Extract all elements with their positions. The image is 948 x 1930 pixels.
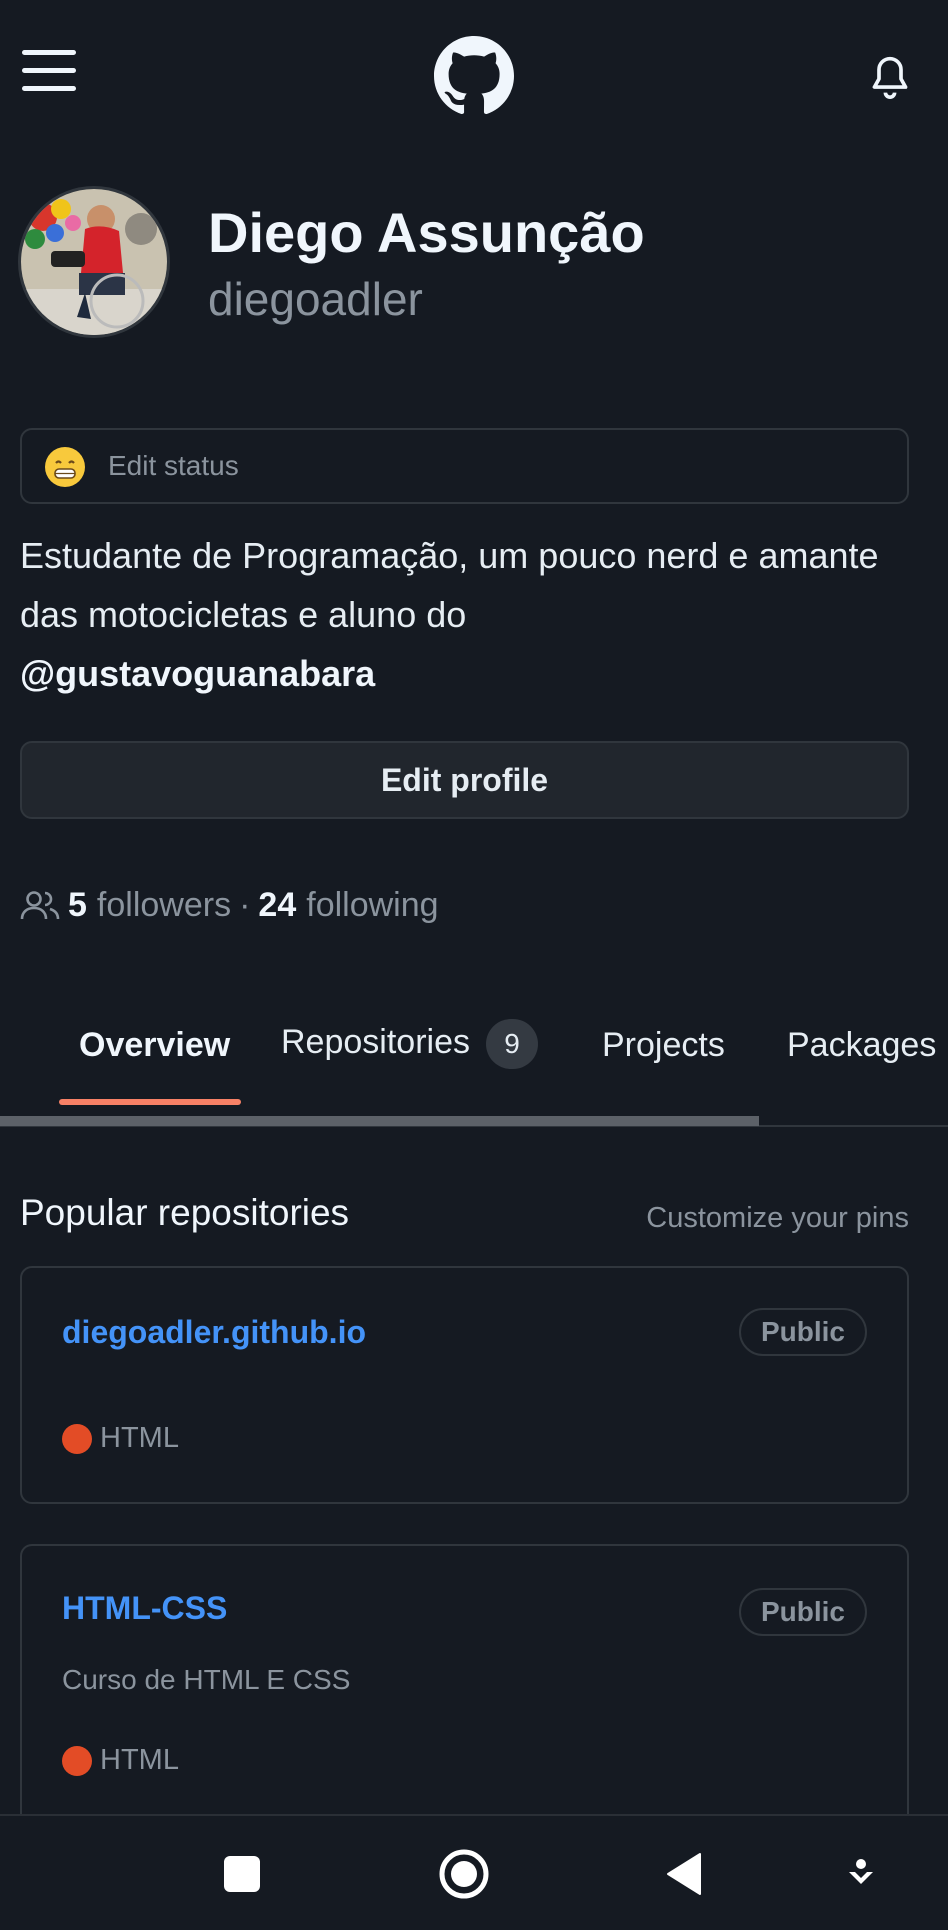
edit-profile-button[interactable]: Edit profile — [20, 741, 909, 819]
triangle-back-icon[interactable] — [656, 1844, 716, 1904]
app-header — [0, 0, 948, 160]
profile-name: Diego Assunção — [208, 201, 645, 264]
bell-icon[interactable] — [868, 52, 912, 102]
popular-repositories-title: Popular repositories — [20, 1192, 350, 1233]
edit-status-label: Edit status — [108, 450, 239, 481]
edit-status-button[interactable]: Edit status — [20, 428, 909, 504]
tab-projects-label: Projects — [602, 1026, 725, 1064]
following-label[interactable]: following — [306, 886, 438, 925]
language-color-dot — [62, 1423, 92, 1454]
following-count[interactable]: 24 — [258, 886, 296, 925]
repo-language: HTML — [62, 1744, 179, 1777]
follow-separator: · — [239, 885, 251, 924]
customize-pins-link[interactable]: Customize your pins — [646, 1202, 909, 1235]
tab-overview-label: Overview — [79, 1026, 231, 1064]
followers-label[interactable]: followers — [97, 886, 231, 925]
bio-mention-link[interactable]: @gustavoguanabara — [20, 653, 375, 694]
hamburger-menu-icon[interactable] — [22, 50, 76, 96]
profile-login: diegoadler — [208, 273, 423, 325]
people-icon — [20, 891, 60, 920]
download-arrow-icon[interactable] — [831, 1844, 891, 1904]
repo-card: HTML-CSS Public Curso de HTML E CSS HTML — [20, 1544, 909, 1844]
repo-language: HTML — [62, 1422, 179, 1455]
profile-bio: Estudante de Programação, um pouco nerd … — [20, 526, 920, 703]
github-octocat-icon[interactable] — [434, 36, 514, 116]
tab-packages-label: Packages — [787, 1026, 937, 1064]
language-label: HTML — [100, 1744, 179, 1776]
repo-card: diegoadler.github.io Public HTML — [20, 1266, 909, 1504]
tab-repositories[interactable]: Repositories 9 — [281, 1019, 538, 1069]
followers-count[interactable]: 5 — [68, 886, 87, 925]
tab-overview[interactable]: Overview — [79, 1026, 230, 1065]
github-profile-page: Diego Assunção diegoadler Edit status Es… — [0, 0, 948, 1930]
repositories-count-badge: 9 — [485, 1019, 538, 1069]
tabs-scrollbar[interactable] — [0, 1116, 759, 1126]
square-recents-icon[interactable] — [212, 1844, 272, 1904]
tab-packages[interactable]: Packages — [787, 1026, 936, 1065]
system-navigation-bar — [0, 1814, 948, 1930]
repo-description: Curso de HTML E CSS — [62, 1664, 351, 1695]
language-color-dot — [62, 1745, 92, 1776]
language-label: HTML — [100, 1422, 179, 1454]
tab-projects[interactable]: Projects — [602, 1026, 725, 1065]
followers-following: 5 followers · 24 following — [20, 880, 439, 930]
tab-repositories-label: Repositories — [281, 1022, 470, 1061]
repo-name-link[interactable]: diegoadler.github.io — [62, 1314, 366, 1351]
grinning-face-emoji-icon — [45, 447, 85, 487]
profile-tabs: Overview Repositories 9 Projects Packages — [0, 1010, 948, 1125]
circle-home-icon[interactable] — [434, 1844, 494, 1904]
bio-text: Estudante de Programação, um pouco nerd … — [20, 535, 879, 635]
active-tab-indicator — [59, 1099, 241, 1105]
avatar[interactable] — [18, 186, 170, 338]
repo-name-link[interactable]: HTML-CSS — [62, 1590, 227, 1627]
visibility-badge: Public — [738, 1588, 867, 1636]
visibility-badge: Public — [738, 1308, 867, 1356]
